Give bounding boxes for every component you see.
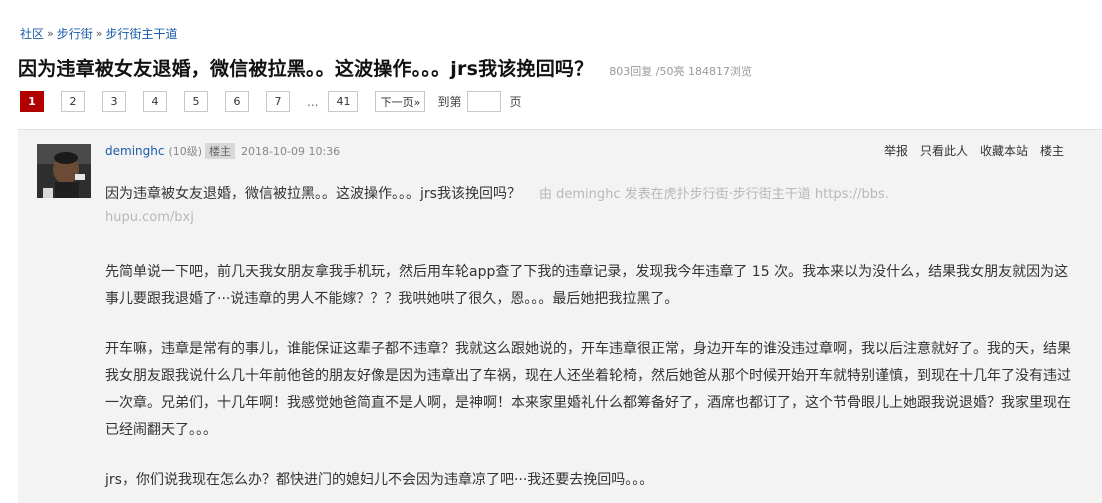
thread-title: 因为违章被女友退婚，微信被拉黑。。这波操作。。。jrs我该挽回吗？ xyxy=(18,58,594,80)
goto-page-input[interactable] xyxy=(467,91,502,112)
breadcrumb-street-link[interactable]: 步行街 xyxy=(57,25,93,42)
page-button-6[interactable]: 6 xyxy=(225,91,249,112)
report-link[interactable]: 举报 xyxy=(884,142,908,159)
page-button-1[interactable]: 1 xyxy=(20,91,44,112)
post-time: 2018-10-09 10:36 xyxy=(241,144,341,158)
post-meta: deminghc (10级) 楼主 2018-10-09 10:36 xyxy=(105,143,340,159)
op-badge: 楼主 xyxy=(205,143,236,159)
bookmark-link[interactable]: 收藏本站 xyxy=(980,142,1028,159)
pagination-ellipsis: ... xyxy=(307,94,319,109)
quote-title: 因为违章被女友退婚，微信被拉黑。。这波操作。。。jrs我该挽回吗？ 由 demin… xyxy=(105,182,1075,207)
page-button-last[interactable]: 41 xyxy=(328,91,359,112)
post-actions: 举报 只看此人 收藏本站 楼主 xyxy=(884,142,1064,159)
page-button-5[interactable]: 5 xyxy=(184,91,208,112)
original-post: deminghc (10级) 楼主 2018-10-09 10:36 举报 只看… xyxy=(18,129,1102,503)
avatar-image xyxy=(37,144,91,198)
page-button-7[interactable]: 7 xyxy=(266,91,290,112)
post-body: 因为违章被女友退婚，微信被拉黑。。这波操作。。。jrs我该挽回吗？ 由 demin… xyxy=(105,182,1075,503)
avatar[interactable] xyxy=(37,144,91,198)
post-paragraph: 开车嘛，违章是常有的事儿，谁能保证这辈子都不违章？我就这么跟她说的，开车违章很正… xyxy=(105,341,1071,438)
page-button-4[interactable]: 4 xyxy=(143,91,167,112)
page-button-3[interactable]: 3 xyxy=(102,91,126,112)
post-paragraph: jrs，你们说我现在怎么办？都快进门的媳妇儿不会因为违章凉了吧···我还要去挽回… xyxy=(105,472,654,488)
thread-header: 因为违章被女友退婚，微信被拉黑。。这波操作。。。jrs我该挽回吗？ 803回复 … xyxy=(18,54,752,81)
only-this-author-link[interactable]: 只看此人 xyxy=(920,142,968,159)
quote-source: 由 deminghc 发表在虎扑步行街·步行街主干道 https://bbs. xyxy=(538,187,889,202)
breadcrumb-separator: » xyxy=(95,27,103,40)
breadcrumb-main-board-link[interactable]: 步行街主干道 xyxy=(106,25,178,42)
author-level: (10级) xyxy=(168,145,203,158)
page-button-2[interactable]: 2 xyxy=(61,91,85,112)
pagination: 1 2 3 4 5 6 7 ... 41 下一页» 到第 页 xyxy=(20,91,521,112)
breadcrumb-separator: » xyxy=(47,27,54,40)
floor-label[interactable]: 楼主 xyxy=(1040,142,1064,159)
post-paragraph: 先简单说一下吧，前几天我女朋友拿我手机玩，然后用车轮app查了下我的违章记录，发… xyxy=(105,264,1069,307)
author-name[interactable]: deminghc xyxy=(105,144,164,158)
breadcrumb-community-link[interactable]: 社区 xyxy=(20,25,44,42)
quote-url: hupu.com/bxj xyxy=(105,210,194,225)
quote-title-text: 因为违章被女友退婚，微信被拉黑。。这波操作。。。jrs我该挽回吗？ xyxy=(105,186,521,202)
goto-page-suffix: 页 xyxy=(509,95,522,109)
next-page-button[interactable]: 下一页» xyxy=(375,91,426,112)
thread-stats: 803回复 /50亮 184817浏览 xyxy=(609,65,752,78)
goto-page-label: 到第 xyxy=(437,95,462,109)
breadcrumb: 社区 » 步行街 » 步行街主干道 xyxy=(20,25,178,42)
